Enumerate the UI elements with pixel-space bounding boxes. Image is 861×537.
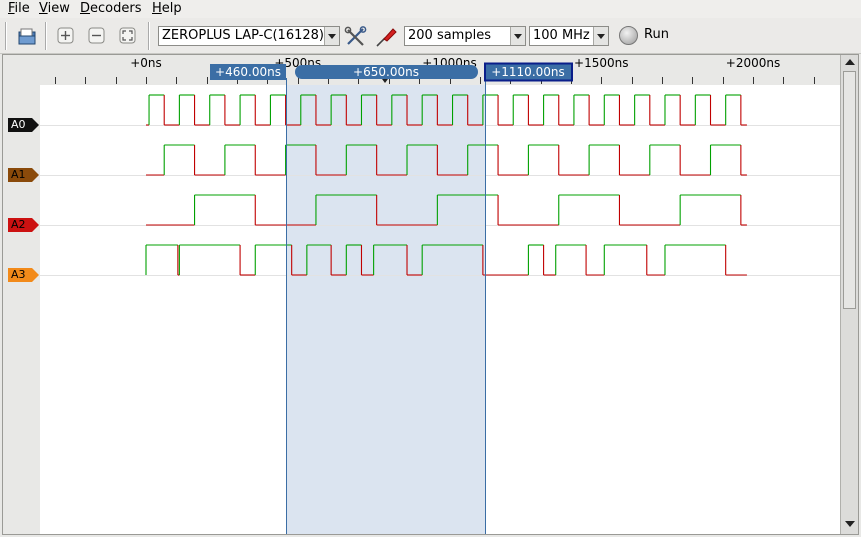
signal-label-tip	[32, 268, 39, 282]
signal-label-tip	[32, 218, 39, 232]
scroll-up-icon[interactable]	[845, 59, 855, 65]
scroll-down-icon[interactable]	[845, 521, 855, 527]
signal-label-a1[interactable]: A1	[8, 168, 32, 182]
signal-label-a2[interactable]: A2	[8, 218, 32, 232]
cursor-2-label: +1110.00ns	[491, 65, 565, 79]
ruler-tick-label: +2000ns	[726, 56, 780, 70]
trace-view[interactable]: +0ns +500ns +1000ns +1500ns +2000ns +460.00n…	[0, 0, 861, 537]
cursor-2-marker[interactable]: +1110.00ns	[484, 62, 573, 82]
ruler-tick-label: +0ns	[130, 56, 162, 70]
signal-label-tip	[32, 168, 39, 182]
signal-label-a0[interactable]: A0	[8, 118, 32, 132]
cursor-1-label: +460.00ns	[215, 65, 281, 79]
vertical-scrollbar[interactable]	[840, 55, 858, 534]
cursor-1-marker[interactable]: +460.00ns	[210, 64, 286, 80]
cursor-span-label: +650.00ns	[353, 65, 419, 79]
signal-label-strip	[3, 85, 40, 534]
scrollbar-thumb[interactable]	[843, 71, 856, 309]
signal-label-a3[interactable]: A3	[8, 268, 32, 282]
signal-label-tip	[32, 118, 39, 132]
ruler-tick-label: +1500ns	[574, 56, 628, 70]
